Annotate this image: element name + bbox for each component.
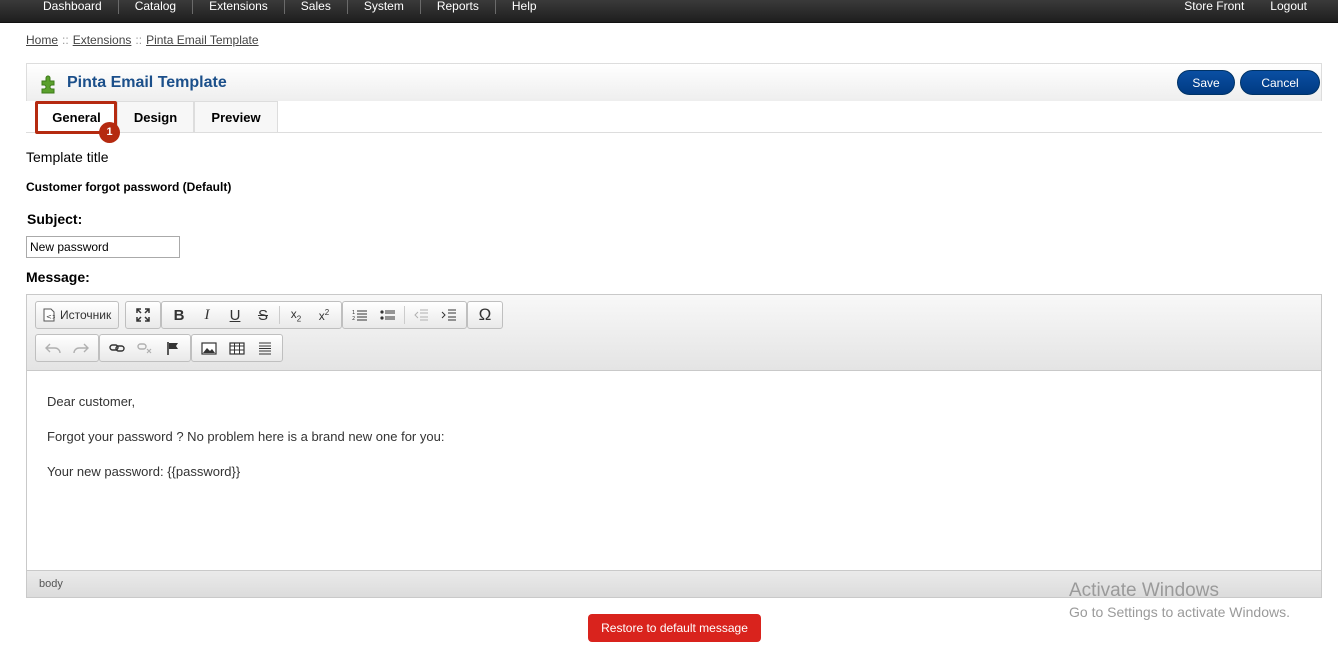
step-badge: 1 — [99, 122, 120, 143]
toolbar-group-links — [99, 334, 191, 362]
superscript-icon: x2 — [318, 307, 330, 323]
undo-button[interactable] — [39, 336, 67, 360]
activation-watermark: Activate Windows Go to Settings to activ… — [1069, 580, 1290, 620]
message-line: Forgot your password ? No problem here i… — [47, 428, 445, 444]
source-icon: <> — [43, 308, 55, 322]
cancel-button[interactable]: Cancel — [1240, 70, 1320, 95]
source-button-label: Источник — [60, 308, 112, 322]
italic-icon: I — [204, 306, 210, 323]
link-icon — [109, 344, 125, 352]
table-icon — [229, 341, 245, 355]
template-title-value: Customer forgot password (Default) — [26, 180, 232, 194]
nav-system[interactable]: System — [348, 0, 421, 14]
toolbar-separator — [404, 306, 405, 324]
nav-right: Store Front Logout — [1171, 0, 1320, 14]
horizontal-rule-button[interactable] — [251, 336, 279, 360]
flag-icon — [167, 342, 178, 355]
redo-icon — [73, 343, 89, 354]
toolbar-separator — [279, 306, 280, 324]
subscript-icon: x2 — [290, 306, 302, 324]
toolbar-group-insert — [191, 334, 283, 362]
toolbar-group-maximize — [125, 301, 161, 329]
strikethrough-icon: S — [257, 306, 268, 324]
table-button[interactable] — [223, 336, 251, 360]
top-navigation: Dashboard Catalog Extensions Sales Syste… — [0, 0, 1338, 23]
unlink-icon — [137, 343, 152, 354]
maximize-button[interactable] — [129, 303, 157, 327]
watermark-subtitle: Go to Settings to activate Windows. — [1069, 604, 1290, 620]
breadcrumb-current[interactable]: Pinta Email Template — [146, 33, 259, 47]
underline-button[interactable]: U — [221, 303, 249, 327]
maximize-icon — [136, 308, 150, 322]
underline-icon: U — [229, 306, 241, 324]
puzzle-icon — [41, 75, 55, 94]
svg-text:<>: <> — [46, 313, 55, 321]
bold-button[interactable]: B — [165, 303, 193, 327]
message-editor: <> Источник B I U S x2 x2 12 Ω Dear cust… — [26, 294, 1322, 598]
nav-left: Dashboard Catalog Extensions Sales Syste… — [26, 0, 553, 14]
page-title: Pinta Email Template — [67, 74, 227, 91]
nav-catalog[interactable]: Catalog — [119, 0, 194, 14]
breadcrumb-separator: :: — [135, 33, 143, 47]
message-line: Dear customer, — [47, 394, 136, 409]
element-path[interactable]: body — [39, 578, 63, 590]
anchor-button[interactable] — [159, 336, 187, 360]
breadcrumb: Home:: Extensions:: Pinta Email Template — [26, 33, 259, 47]
subscript-button[interactable]: x2 — [282, 303, 310, 327]
toolbar-group-format: B I U S x2 x2 — [161, 301, 342, 329]
restore-default-button[interactable]: Restore to default message — [588, 614, 761, 642]
tabs-divider — [26, 132, 1322, 133]
toolbar-group-special: Ω — [467, 301, 503, 329]
subject-label: Subject: — [27, 211, 83, 227]
toolbar-group-source: <> Источник — [35, 301, 120, 329]
indent-icon — [441, 309, 456, 321]
horizontal-rule-icon — [259, 342, 271, 355]
source-button[interactable]: <> Источник — [39, 303, 115, 327]
bullet-list-button[interactable] — [374, 303, 402, 327]
strike-button[interactable]: S — [249, 303, 277, 327]
nav-dashboard[interactable]: Dashboard — [26, 0, 119, 14]
superscript-button[interactable]: x2 — [310, 303, 338, 327]
outdent-button[interactable] — [407, 303, 435, 327]
watermark-title: Activate Windows — [1069, 580, 1219, 601]
undo-icon — [45, 343, 61, 354]
numbered-list-icon: 12 — [352, 310, 367, 321]
save-button[interactable]: Save — [1177, 70, 1235, 95]
nav-store-front[interactable]: Store Front — [1171, 0, 1257, 14]
nav-help[interactable]: Help — [496, 0, 553, 14]
italic-button[interactable]: I — [193, 303, 221, 327]
editor-toolbar: <> Источник B I U S x2 x2 12 Ω — [27, 295, 1321, 371]
page-heading: Pinta Email Template Save Cancel — [26, 63, 1322, 101]
nav-extensions[interactable]: Extensions — [193, 0, 285, 14]
image-button[interactable] — [195, 336, 223, 360]
breadcrumb-extensions[interactable]: Extensions — [73, 33, 132, 47]
toolbar-group-lists: 12 — [342, 301, 467, 329]
toolbar-group-history — [35, 334, 99, 362]
bold-icon: B — [173, 306, 185, 324]
nav-sales[interactable]: Sales — [285, 0, 348, 14]
message-line: Your new password: {{password}} — [47, 463, 241, 479]
indent-button[interactable] — [435, 303, 463, 327]
nav-reports[interactable]: Reports — [421, 0, 496, 14]
svg-text:2: 2 — [352, 316, 355, 321]
breadcrumb-separator: :: — [62, 33, 69, 47]
omega-icon: Ω — [478, 305, 492, 324]
breadcrumb-home[interactable]: Home — [26, 33, 58, 47]
tab-design[interactable]: Design — [117, 101, 194, 132]
nav-logout[interactable]: Logout — [1257, 0, 1320, 14]
message-label: Message: — [26, 269, 90, 285]
unlink-button[interactable] — [131, 336, 159, 360]
outdent-icon — [414, 309, 428, 321]
special-char-button[interactable]: Ω — [471, 303, 499, 327]
tab-preview[interactable]: Preview — [194, 101, 278, 132]
template-title-label: Template title — [26, 149, 109, 165]
bullet-list-icon — [380, 310, 395, 320]
redo-button[interactable] — [67, 336, 95, 360]
editor-content[interactable]: Dear customer, Forgot your password ? No… — [27, 372, 1321, 570]
image-icon — [201, 341, 217, 355]
subject-input[interactable] — [26, 236, 180, 258]
numbered-list-button[interactable]: 12 — [346, 303, 374, 327]
link-button[interactable] — [103, 336, 131, 360]
